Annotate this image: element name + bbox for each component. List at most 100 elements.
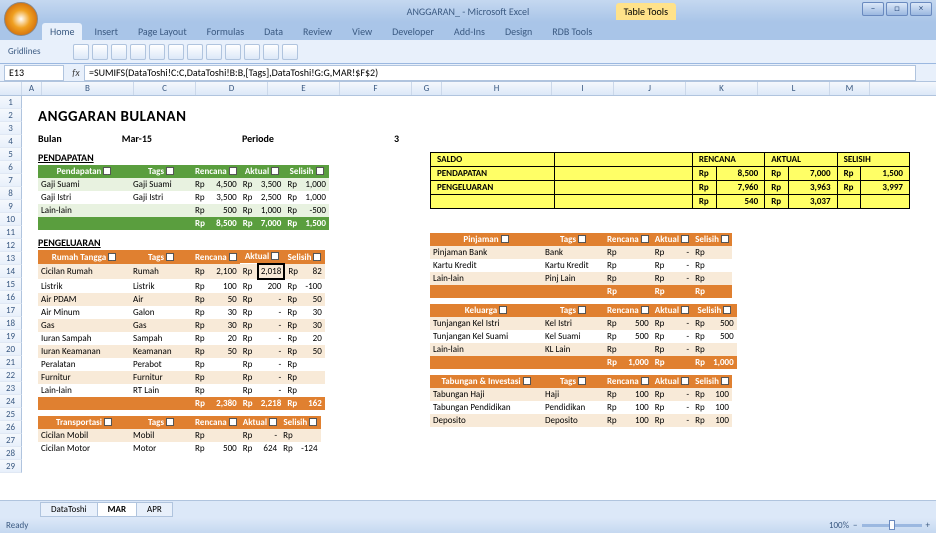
cell[interactable]: Rp — [604, 414, 622, 427]
cell[interactable]: Cicilan Rumah — [38, 264, 130, 279]
col-header[interactable]: Rencana▾ — [192, 250, 240, 264]
cell[interactable]: Rp — [604, 356, 622, 369]
cell[interactable] — [555, 153, 692, 167]
cell[interactable]: 30 — [210, 306, 240, 319]
cell[interactable]: Gaji Istri — [130, 191, 192, 204]
cell[interactable]: 1,000 — [302, 191, 329, 204]
cell[interactable]: - — [670, 259, 692, 272]
col-header[interactable]: Pendapatan▾ — [38, 165, 130, 178]
col-header[interactable]: Tabungan & Investasi▾ — [430, 375, 542, 388]
cell[interactable] — [298, 429, 320, 442]
selected-cell[interactable]: 2,018 — [258, 264, 285, 279]
cell[interactable]: - — [670, 330, 692, 343]
cell[interactable]: Iuran Sampah — [38, 332, 130, 345]
filter-dropdown-icon[interactable]: ▾ — [271, 167, 279, 175]
filter-dropdown-icon[interactable]: ▾ — [229, 418, 237, 426]
cell[interactable]: 1,500 — [302, 217, 329, 230]
cell[interactable]: Rp — [692, 181, 716, 195]
col-header[interactable]: L — [758, 82, 830, 95]
row-header[interactable]: 21 — [0, 356, 22, 369]
cell[interactable]: Rp — [192, 332, 210, 345]
cell[interactable]: Kartu Kredit — [430, 259, 542, 272]
cell[interactable]: Rp — [284, 319, 302, 332]
col-header[interactable]: Selisih▾ — [692, 375, 732, 388]
col-header[interactable]: A — [22, 82, 42, 95]
cell[interactable]: Rp — [240, 442, 258, 455]
cell[interactable]: Tabungan Pendidikan — [430, 401, 542, 414]
cell[interactable]: Kartu Kredit — [542, 259, 604, 272]
row-header[interactable]: 17 — [0, 304, 22, 317]
cell[interactable]: RT Lain — [130, 384, 192, 397]
cell[interactable]: Rp — [240, 306, 258, 319]
cell[interactable]: Cicilan Mobil — [38, 429, 130, 442]
cell[interactable]: Listrik — [130, 279, 192, 293]
cell[interactable]: 1,000 — [302, 178, 329, 191]
cell[interactable]: Rp — [692, 167, 716, 181]
row-header[interactable]: 26 — [0, 421, 22, 434]
cell[interactable]: Rp — [240, 397, 258, 410]
cell[interactable]: -500 — [302, 204, 329, 217]
cell[interactable] — [710, 246, 732, 259]
cell[interactable]: Rp — [284, 371, 302, 384]
col-header[interactable]: I — [552, 82, 614, 95]
cell[interactable]: Rp — [284, 264, 302, 279]
filter-dropdown-icon[interactable]: ▾ — [578, 306, 586, 314]
cell[interactable]: 3,500 — [210, 191, 240, 204]
cell[interactable]: Haji — [542, 388, 604, 401]
col-header[interactable]: Selisih▾ — [284, 165, 329, 178]
col-header[interactable]: Keluarga▾ — [430, 304, 542, 317]
cell[interactable]: Lain-lain — [430, 272, 542, 285]
cell[interactable]: Rp — [240, 279, 258, 293]
cell[interactable]: Rp — [284, 204, 302, 217]
cell[interactable]: 500 — [210, 204, 240, 217]
cell[interactable]: - — [670, 272, 692, 285]
col-header[interactable]: Aktual▾ — [652, 233, 692, 246]
cell[interactable]: PENGELUARAN — [431, 181, 555, 195]
cell[interactable]: Rp — [604, 317, 622, 330]
filter-dropdown-icon[interactable]: ▾ — [681, 235, 689, 243]
filter-dropdown-icon[interactable]: ▾ — [108, 253, 116, 261]
cell[interactable]: Rp — [604, 285, 622, 298]
cell[interactable]: 7,000 — [789, 167, 837, 181]
cell[interactable]: - — [258, 429, 280, 442]
col-header[interactable]: Tags▾ — [130, 250, 192, 264]
cell[interactable]: 1,500 — [861, 167, 910, 181]
cell[interactable]: Rp — [192, 204, 210, 217]
ribbon-button[interactable] — [187, 44, 203, 60]
cell[interactable]: 100 — [710, 414, 732, 427]
row-header[interactable]: 3 — [0, 122, 22, 135]
cell[interactable]: PENDAPATAN — [431, 167, 555, 181]
zoom-out-icon[interactable]: − — [853, 520, 857, 531]
cell[interactable]: Rp — [652, 356, 670, 369]
cell[interactable]: Rp — [192, 429, 210, 442]
cell[interactable]: Rp — [837, 181, 861, 195]
cell[interactable]: Rp — [192, 358, 210, 371]
filter-dropdown-icon[interactable]: ▾ — [578, 235, 586, 243]
cell[interactable]: 500 — [622, 317, 652, 330]
col-header[interactable]: Aktual▾ — [240, 165, 285, 178]
cell[interactable] — [861, 195, 910, 209]
cell[interactable]: - — [670, 414, 692, 427]
cell[interactable]: Kel Suami — [542, 330, 604, 343]
cell[interactable]: Rp — [240, 264, 258, 279]
filter-dropdown-icon[interactable]: ▾ — [316, 167, 324, 175]
cell[interactable]: Rp — [240, 191, 258, 204]
col-header[interactable]: Rencana▾ — [604, 375, 652, 388]
cell[interactable]: Rp — [692, 356, 710, 369]
cell[interactable] — [670, 285, 692, 298]
cell[interactable] — [555, 167, 692, 181]
cell[interactable]: Lain-lain — [430, 343, 542, 356]
ribbon-button[interactable] — [282, 44, 298, 60]
col-header[interactable]: B — [42, 82, 134, 95]
cell[interactable]: Rp — [240, 178, 258, 191]
row-header[interactable]: 11 — [0, 226, 22, 239]
cell[interactable]: Tunjangan Kel Istri — [430, 317, 542, 330]
cell[interactable]: - — [258, 371, 285, 384]
cell[interactable]: - — [258, 293, 285, 306]
cell[interactable]: Tabungan Haji — [430, 388, 542, 401]
ribbon-tab-rdb[interactable]: RDB Tools — [544, 23, 600, 40]
col-header[interactable]: F — [340, 82, 412, 95]
cell[interactable]: 100 — [622, 401, 652, 414]
col-header[interactable]: Rencana▾ — [192, 416, 240, 429]
col-header[interactable]: K — [686, 82, 758, 95]
